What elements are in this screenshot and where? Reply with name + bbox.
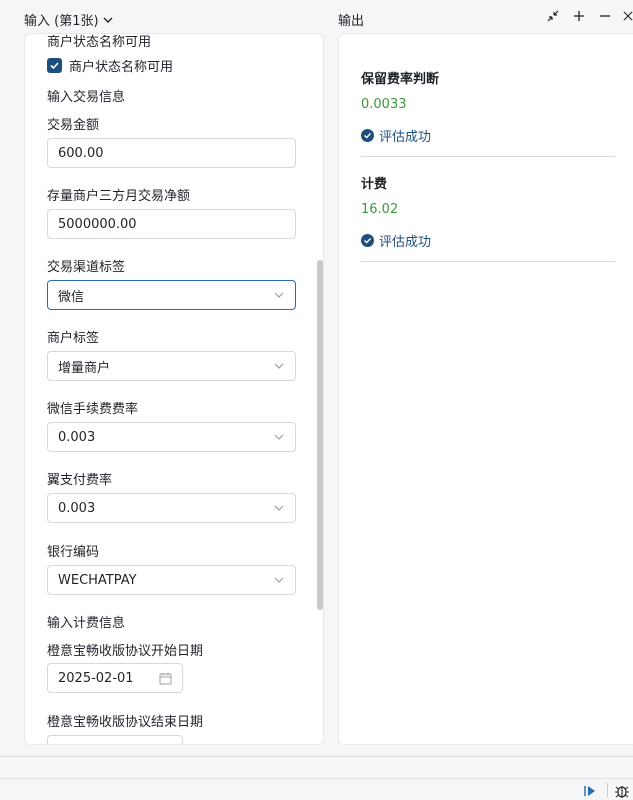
bottom-bar-separator xyxy=(607,783,608,797)
merchant-status-checkbox-row[interactable]: 商户状态名称可用 xyxy=(47,56,173,75)
chevron-down-icon xyxy=(103,17,113,23)
bug-icon xyxy=(615,786,629,798)
channel-select[interactable]: 微信 xyxy=(47,280,296,310)
input-scrollbar-thumb[interactable] xyxy=(317,260,323,610)
play-step-icon xyxy=(584,786,595,796)
cut-section-title: 商户状态名称可用 xyxy=(47,35,152,50)
output-toolbar xyxy=(545,8,633,24)
chevron-down-icon xyxy=(274,363,284,369)
result-value: 0.0033 xyxy=(361,97,407,112)
checkbox-label: 商户状态名称可用 xyxy=(69,60,174,75)
run-step-button[interactable] xyxy=(582,783,598,799)
add-button[interactable] xyxy=(571,8,587,24)
result-status-text: 评估成功 xyxy=(379,235,432,250)
amount-input[interactable]: 600.00 xyxy=(47,138,296,168)
start-date-input[interactable]: 2025-02-01 xyxy=(47,663,183,693)
bank-code-value: WECHATPAY xyxy=(58,572,137,588)
chevron-down-icon xyxy=(274,505,284,511)
merchant-tag-value: 增量商户 xyxy=(58,360,111,376)
plus-icon xyxy=(574,11,584,21)
input-panel: 商户状态名称可用 商户状态名称可用 输入交易信息 交易金额 600.00 存量商… xyxy=(24,33,324,745)
result-divider xyxy=(361,261,615,262)
check-icon xyxy=(50,62,59,70)
wechat-rate-value: 0.003 xyxy=(58,429,96,445)
check-circle-icon xyxy=(361,234,374,247)
end-date-input[interactable] xyxy=(47,735,183,744)
result-status: 评估成功 xyxy=(361,126,431,145)
start-date-label: 橙意宝畅收版协议开始日期 xyxy=(47,644,204,659)
merchant-status-checkbox[interactable] xyxy=(47,58,62,73)
collapse-icon xyxy=(547,10,559,22)
channel-label: 交易渠道标签 xyxy=(47,260,126,275)
amount-label: 交易金额 xyxy=(47,118,100,133)
result-status: 评估成功 xyxy=(361,231,431,250)
minus-icon xyxy=(600,15,610,17)
channel-value: 微信 xyxy=(58,289,85,305)
merchant-tag-label: 商户标签 xyxy=(47,331,100,346)
close-button[interactable] xyxy=(623,8,633,24)
close-icon xyxy=(623,11,633,21)
result-status-text: 评估成功 xyxy=(379,130,432,145)
bank-code-label: 银行编码 xyxy=(47,545,100,560)
merchant-tag-select[interactable]: 增量商户 xyxy=(47,351,296,381)
chevron-down-icon xyxy=(274,434,284,440)
bank-code-select[interactable]: WECHATPAY xyxy=(47,565,296,595)
debug-button[interactable] xyxy=(614,783,630,799)
start-date-value: 2025-02-01 xyxy=(58,670,134,686)
wechat-rate-select[interactable]: 0.003 xyxy=(47,422,296,452)
chevron-down-icon xyxy=(274,292,284,298)
yipay-rate-select[interactable]: 0.003 xyxy=(47,493,296,523)
calendar-icon xyxy=(159,672,172,684)
collapse-button[interactable] xyxy=(545,8,561,24)
end-date-label: 橙意宝畅收版协议结束日期 xyxy=(47,715,204,730)
yipay-rate-label: 翼支付费率 xyxy=(47,473,113,488)
output-panel: 保留费率判断 0.0033 评估成功 计费 16.02 评估成功 xyxy=(338,33,633,745)
result-title: 保留费率判断 xyxy=(361,72,440,87)
net-amount-value: 5000000.00 xyxy=(58,216,137,232)
check-circle-icon xyxy=(361,129,374,142)
section-billing-info: 输入计费信息 xyxy=(47,616,126,631)
minimize-button[interactable] xyxy=(597,8,613,24)
yipay-rate-value: 0.003 xyxy=(58,500,96,516)
input-title: 输入 (第1张) xyxy=(24,14,99,29)
section-trade-info: 输入交易信息 xyxy=(47,90,126,105)
output-title: 输出 xyxy=(338,14,365,29)
wechat-rate-label: 微信手续费费率 xyxy=(47,402,139,417)
app-root: 输入 (第1张) 输出 商户状态名称可用 商户状态名称可用 输入交易信息 交易金… xyxy=(0,0,633,800)
net-amount-label: 存量商户三方月交易净额 xyxy=(47,189,191,204)
bottom-divider xyxy=(0,756,633,757)
input-sheet-selector[interactable]: 输入 (第1张) xyxy=(24,10,114,29)
result-title: 计费 xyxy=(361,177,388,192)
result-value: 16.02 xyxy=(361,202,399,217)
amount-value: 600.00 xyxy=(58,145,104,161)
result-divider xyxy=(361,156,615,157)
chevron-down-icon xyxy=(274,577,284,583)
net-amount-input[interactable]: 5000000.00 xyxy=(47,209,296,239)
bottom-bar xyxy=(0,778,633,800)
